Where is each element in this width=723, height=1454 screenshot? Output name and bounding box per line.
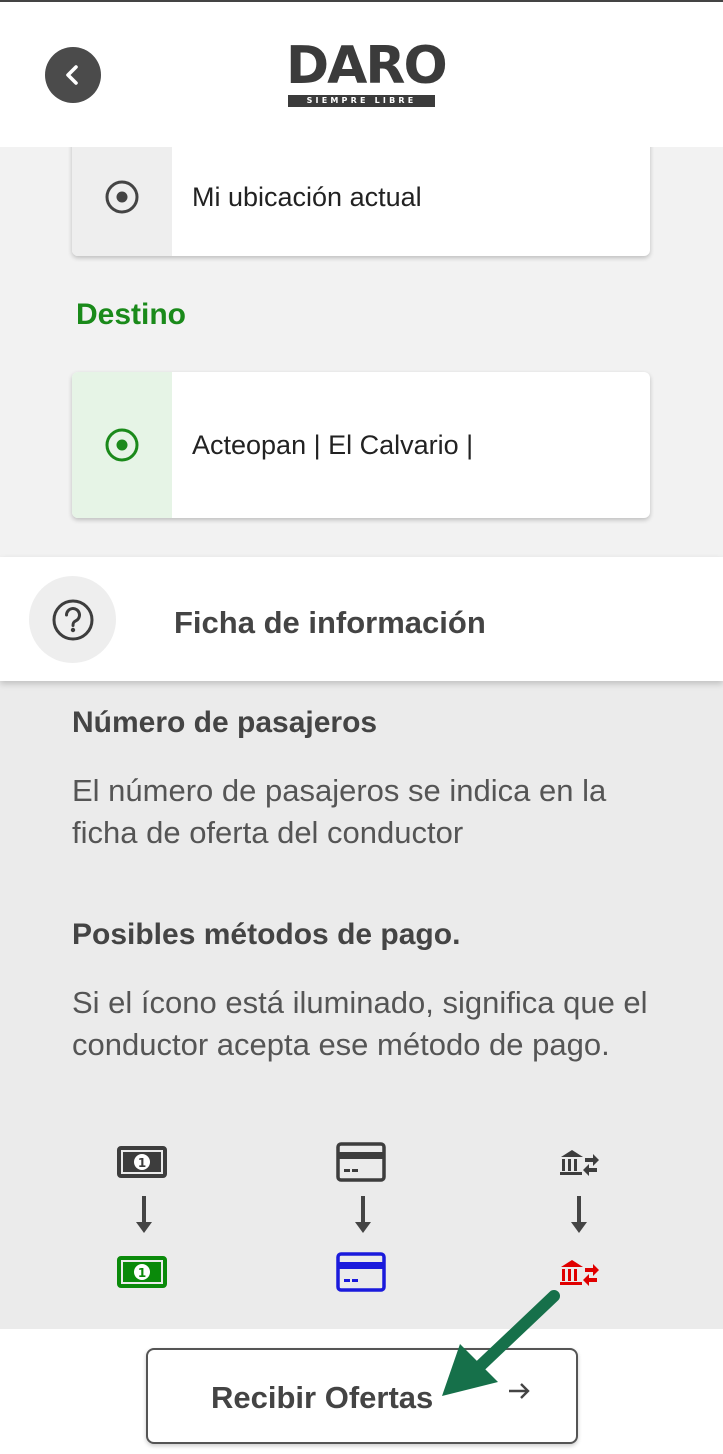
daro-logo: DARO SIEMPRE LIBRE <box>286 36 448 110</box>
back-button[interactable] <box>45 47 101 103</box>
green-pointer-arrow-icon <box>442 1290 560 1396</box>
app-header: DARO SIEMPRE LIBRE <box>0 2 723 147</box>
passengers-heading: Número de pasajeros <box>72 706 378 739</box>
logo-tagline: SIEMPRE LIBRE <box>288 95 435 107</box>
svg-text:1: 1 <box>138 1266 146 1280</box>
radio-target-icon <box>105 428 139 462</box>
info-sheet-header[interactable]: Ficha de información <box>0 557 723 681</box>
bottom-action-area: Recibir Ofertas <box>0 1329 723 1454</box>
payment-heading: Posibles métodos de pago. <box>72 918 461 951</box>
cash-icon: 1 <box>117 1146 167 1178</box>
arrow-down-icon <box>571 1196 587 1233</box>
passengers-text: El número de pasajeros se indica en la f… <box>72 773 607 850</box>
credit-card-icon <box>336 1142 386 1182</box>
credit-card-icon <box>336 1252 386 1292</box>
arrow-down-icon <box>136 1196 152 1233</box>
cash-icon: 1 <box>117 1256 167 1288</box>
question-circle-icon <box>52 599 93 640</box>
bank-transfer-icon <box>560 1260 599 1286</box>
payment-method-cash: 1 1 <box>117 1142 177 1292</box>
destination-icon-cell <box>72 372 172 518</box>
svg-text:1: 1 <box>138 1156 146 1170</box>
destination-field[interactable]: Acteopan | El Calvario | <box>72 372 650 518</box>
receive-offers-label: Recibir Ofertas <box>211 1380 434 1415</box>
destination-value: Acteopan | El Calvario | <box>192 429 474 460</box>
info-sheet-title: Ficha de información <box>174 605 486 640</box>
payment-method-card <box>336 1142 396 1292</box>
help-button[interactable] <box>29 576 116 663</box>
arrow-down-icon <box>355 1196 371 1233</box>
radio-target-icon <box>105 180 139 214</box>
logo-word: DARO <box>286 36 448 96</box>
destination-label: Destino <box>76 298 187 331</box>
bank-transfer-icon <box>560 1150 599 1176</box>
payment-text: Si el ícono está iluminado, significa qu… <box>72 985 648 1062</box>
payment-method-transfer <box>559 1142 619 1292</box>
chevron-left-icon <box>66 65 78 85</box>
